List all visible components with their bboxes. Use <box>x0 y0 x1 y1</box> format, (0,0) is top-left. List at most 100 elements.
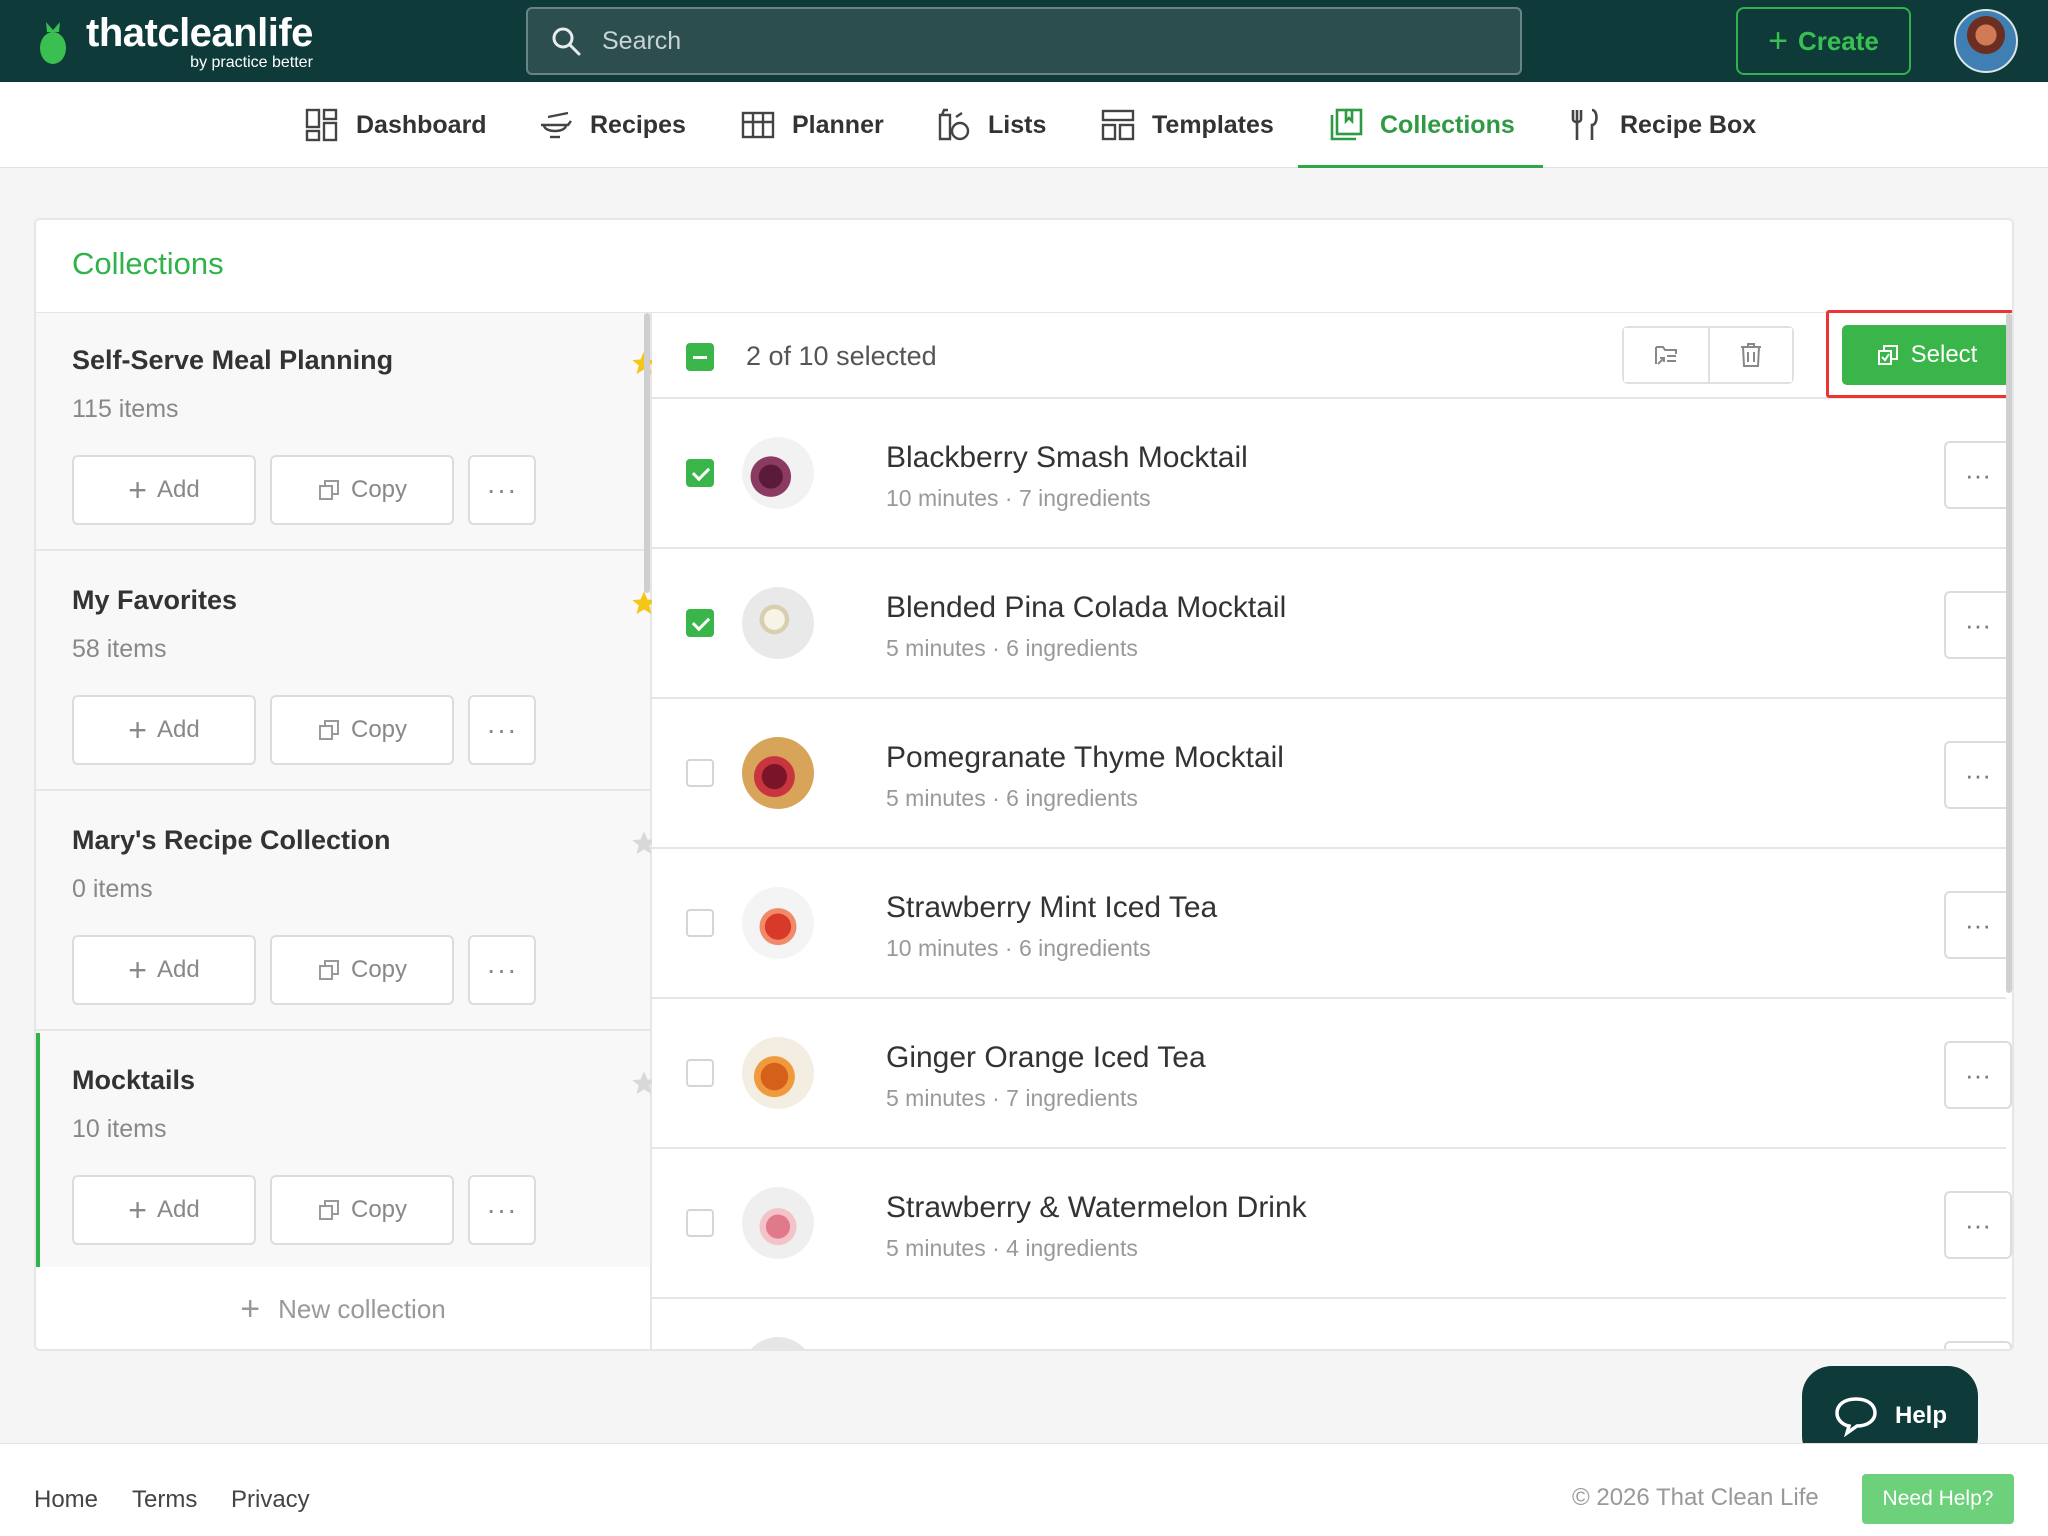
list-scrollbar[interactable] <box>2006 313 2012 993</box>
move-to-folder-icon <box>1654 346 1677 365</box>
recipe-row[interactable]: Blended Pina Colada Mocktail 5 minutes ·… <box>652 549 2012 699</box>
templates-icon <box>1101 109 1135 141</box>
nav-templates[interactable]: Templates <box>1100 82 1274 168</box>
recipe-row[interactable]: Strawberry & Watermelon Drink 5 minutes … <box>652 1149 2012 1299</box>
avatar[interactable] <box>1954 9 2018 73</box>
lists-icon <box>938 108 970 141</box>
footer-link-home[interactable]: Home <box>34 1486 98 1514</box>
page-title: Collections <box>72 246 224 281</box>
recipe-name: Blended Pina Colada Mocktail <box>886 591 1287 624</box>
recipe-row[interactable]: Pomegranate Thyme Mocktail 5 minutes · 6… <box>652 699 2012 849</box>
copy-button[interactable]: Copy <box>270 935 454 1005</box>
nav-label: Lists <box>988 110 1047 139</box>
recipe-row-partial[interactable] <box>652 1299 2012 1349</box>
recipe-meta: 5 minutes · 4 ingredients <box>886 1235 1138 1261</box>
more-options-button[interactable]: ··· <box>468 695 536 765</box>
sidebar-scrollbar[interactable] <box>644 313 650 593</box>
recipe-more-button[interactable]: ··· <box>1944 1191 2012 1259</box>
nav-recipes[interactable]: Recipes <box>538 82 686 168</box>
create-button[interactable]: + Create <box>1736 7 1911 75</box>
nav-collections[interactable]: Collections <box>1298 82 1543 168</box>
recipe-row[interactable]: Blackberry Smash Mocktail 10 minutes · 7… <box>652 399 2012 549</box>
recipe-checkbox[interactable] <box>686 609 714 637</box>
recipe-more-button[interactable]: ··· <box>1944 891 2012 959</box>
add-label: Add <box>156 956 200 983</box>
select-all-checkbox[interactable] <box>686 343 714 371</box>
bulk-action-group <box>1622 326 1794 384</box>
copy-button[interactable]: Copy <box>270 455 454 525</box>
recipe-more-button[interactable] <box>1944 1341 2012 1349</box>
nav-planner[interactable]: Planner <box>740 82 884 168</box>
planner-icon <box>741 111 775 139</box>
nav-label: Planner <box>792 110 884 139</box>
recipe-thumbnail <box>742 587 814 659</box>
search-bar[interactable] <box>526 7 1522 75</box>
recipe-meta: 5 minutes · 7 ingredients <box>886 1085 1138 1111</box>
recipe-row[interactable]: Ginger Orange Iced Tea 5 minutes · 7 ing… <box>652 999 2012 1149</box>
copyright-text: © 2026 That Clean Life <box>1572 1484 1819 1511</box>
add-button[interactable]: + Add <box>72 455 256 525</box>
recipe-name: Pomegranate Thyme Mocktail <box>886 741 1284 774</box>
collection-item[interactable]: Mary's Recipe Collection 0 items + Add Co… <box>36 793 656 1031</box>
recipe-more-button[interactable]: ··· <box>1944 741 2012 809</box>
add-label: Add <box>156 1196 200 1223</box>
recipe-thumbnail <box>742 887 814 959</box>
recipe-checkbox[interactable] <box>686 1209 714 1237</box>
recipe-more-button[interactable]: ··· <box>1944 1041 2012 1109</box>
copy-label: Copy <box>350 956 408 983</box>
recipe-checkbox[interactable] <box>686 1059 714 1087</box>
recipes-icon <box>541 111 572 139</box>
recipe-thumbnail <box>742 1337 814 1349</box>
leaf-logo-icon <box>40 22 66 64</box>
nav-lists[interactable]: Lists <box>936 82 1046 168</box>
top-bar: thatcleanlife by practice better + Creat… <box>0 0 2048 82</box>
nav-dashboard[interactable]: Dashboard <box>304 82 487 168</box>
delete-button[interactable] <box>1707 328 1792 382</box>
add-button[interactable]: + Add <box>72 695 256 765</box>
recipe-name: Strawberry & Watermelon Drink <box>886 1191 1307 1224</box>
logo[interactable]: thatcleanlife by practice better <box>38 8 313 76</box>
recipe-row[interactable]: Strawberry Mint Iced Tea 10 minutes · 6 … <box>652 849 2012 999</box>
footer-link-terms[interactable]: Terms <box>132 1486 197 1514</box>
more-options-button[interactable]: ··· <box>468 935 536 1005</box>
collection-item[interactable]: Self-Serve Meal Planning 115 items + Add … <box>36 313 656 551</box>
copy-icon <box>318 960 339 980</box>
select-button[interactable]: Select <box>1842 325 2012 385</box>
copy-button[interactable]: Copy <box>270 1175 454 1245</box>
recipe-thumbnail <box>742 1187 814 1259</box>
copy-icon <box>318 1200 339 1220</box>
need-help-button[interactable]: Need Help? <box>1862 1474 2014 1524</box>
collection-item-active[interactable]: Mocktails 10 items + Add Copy ··· <box>36 1033 656 1271</box>
brand-sub: by practice better <box>190 54 313 71</box>
recipe-meta: 10 minutes · 7 ingredients <box>886 485 1151 511</box>
nav-recipe-box[interactable]: Recipe Box <box>1568 82 1756 168</box>
chat-bubble-icon <box>1835 1397 1877 1437</box>
recipe-thumbnail <box>742 437 814 509</box>
new-collection-label: New collection <box>278 1293 446 1324</box>
add-button[interactable]: + Add <box>72 1175 256 1245</box>
copy-icon <box>318 720 339 740</box>
footer-link-privacy[interactable]: Privacy <box>231 1486 310 1514</box>
new-collection-button[interactable]: + New collection <box>36 1267 650 1349</box>
move-button[interactable] <box>1624 328 1708 382</box>
more-options-button[interactable]: ··· <box>468 1175 536 1245</box>
search-input[interactable] <box>602 26 1502 56</box>
collections-icon <box>1330 108 1363 141</box>
collection-item[interactable]: My Favorites 58 items + Add Copy ··· <box>36 553 656 791</box>
copy-icon <box>318 480 339 500</box>
add-button[interactable]: + Add <box>72 935 256 1005</box>
recipe-checkbox[interactable] <box>686 759 714 787</box>
search-icon <box>552 27 581 56</box>
plus-icon: + <box>1768 21 1788 60</box>
recipe-more-button[interactable]: ··· <box>1944 591 2012 659</box>
recipe-more-button[interactable]: ··· <box>1944 441 2012 509</box>
collection-name: Mary's Recipe Collection <box>72 825 391 855</box>
copy-button[interactable]: Copy <box>270 695 454 765</box>
nav-label: Collections <box>1380 110 1515 139</box>
more-options-button[interactable]: ··· <box>468 455 536 525</box>
collection-count: 0 items <box>72 875 153 903</box>
recipe-checkbox[interactable] <box>686 909 714 937</box>
recipe-list-panel: 2 of 10 selected Select Blackberry Smash… <box>652 310 2012 1349</box>
copy-label: Copy <box>350 716 408 743</box>
recipe-checkbox[interactable] <box>686 459 714 487</box>
